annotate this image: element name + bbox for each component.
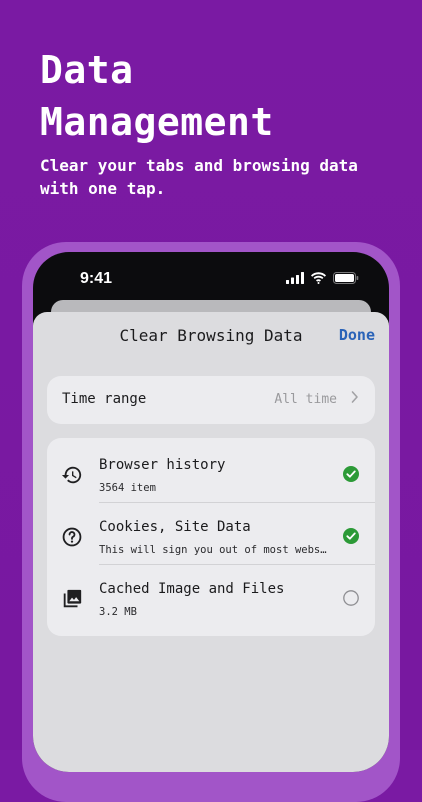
empty-circle-icon[interactable] <box>343 590 359 606</box>
help-circle-icon <box>62 527 82 547</box>
item-subtitle: 3564 item <box>99 482 156 494</box>
data-items-list: Browser history 3564 item Cookies, Site … <box>47 438 375 636</box>
done-button[interactable]: Done <box>339 326 375 344</box>
time-range-value: All time <box>274 392 337 407</box>
phone-screen: 9:41 Clear Browsing Data Done Time range… <box>33 252 389 772</box>
history-icon <box>61 466 82 484</box>
item-title: Cookies, Site Data <box>99 519 251 535</box>
item-subtitle: 3.2 MB <box>99 606 137 618</box>
time-range-label: Time range <box>62 391 147 407</box>
divider <box>99 564 375 565</box>
item-subtitle: This will sign you out of most websites. <box>99 544 327 556</box>
clear-browsing-data-sheet: Clear Browsing Data Done Time range All … <box>33 312 389 772</box>
cellular-signal-icon <box>286 272 304 284</box>
checkmark-circle-icon[interactable] <box>343 466 359 482</box>
battery-icon <box>333 272 359 284</box>
image-gallery-icon <box>63 589 82 608</box>
divider <box>99 502 375 503</box>
status-icons <box>286 272 359 284</box>
hero-subtitle: Clear your tabs and browsing data with o… <box>40 156 358 198</box>
list-item-cached-images[interactable]: Cached Image and Files 3.2 MB <box>47 568 375 630</box>
time-range-row[interactable]: Time range All time <box>47 376 375 424</box>
hero-title: Data Management <box>40 48 274 144</box>
wifi-icon <box>311 272 326 284</box>
list-item-browser-history[interactable]: Browser history 3564 item <box>47 444 375 506</box>
chevron-right-icon <box>351 391 358 403</box>
list-item-cookies-site-data[interactable]: Cookies, Site Data This will sign you ou… <box>47 506 375 568</box>
item-title: Browser history <box>99 457 226 473</box>
status-time: 9:41 <box>80 270 113 287</box>
checkmark-circle-icon[interactable] <box>343 528 359 544</box>
item-title: Cached Image and Files <box>99 581 285 597</box>
sheet-title: Clear Browsing Data <box>119 326 303 345</box>
